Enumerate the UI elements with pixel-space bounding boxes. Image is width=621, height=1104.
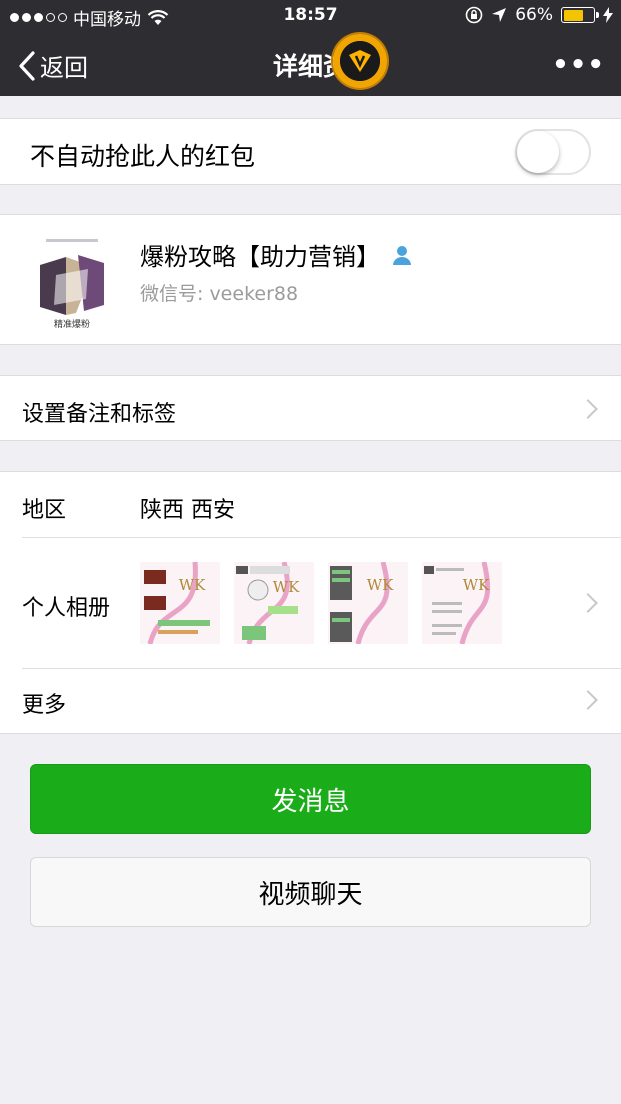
album-thumbnail: WK xyxy=(422,562,502,644)
battery-percent: 66% xyxy=(515,5,553,25)
album-thumbnail: WK xyxy=(140,562,220,644)
auto-grab-toggle-row: 不自动抢此人的红包 xyxy=(0,118,621,185)
svg-text:WK: WK xyxy=(367,576,394,594)
auto-grab-toggle-label: 不自动抢此人的红包 xyxy=(30,142,256,171)
battery-fill xyxy=(563,9,583,21)
auto-grab-toggle-switch[interactable] xyxy=(515,129,591,175)
chevron-right-icon xyxy=(578,690,598,710)
more-label: 更多 xyxy=(22,693,67,718)
floating-assistant-icon[interactable] xyxy=(333,34,387,88)
svg-text:WK: WK xyxy=(179,576,206,594)
chevron-right-icon xyxy=(578,593,598,613)
svg-text:WK: WK xyxy=(273,578,300,596)
profile-name-wrap: 爆粉攻略【助力营销】 xyxy=(140,237,412,272)
page-title: 详细资 xyxy=(272,52,348,81)
shield-logo-icon xyxy=(349,50,371,72)
profile-name: 爆粉攻略【助力营销】 xyxy=(140,243,380,271)
region-label: 地区 xyxy=(22,498,67,523)
wechat-id: 微信号: veeker88 xyxy=(140,283,299,305)
location-arrow-icon xyxy=(492,8,507,22)
region-value: 陕西 西安 xyxy=(140,498,235,523)
info-group: 地区 陕西 西安 个人相册 WK WK WK WK 更多 xyxy=(0,471,621,734)
logo-caption: 精准爆粉 xyxy=(54,318,90,329)
album-thumbnail: WK xyxy=(328,562,408,644)
album-label: 个人相册 xyxy=(22,596,111,621)
album-thumbnails: WK WK WK WK xyxy=(140,562,502,644)
remark-tags-row[interactable]: 设置备注和标签 xyxy=(0,375,621,441)
more-row[interactable]: 更多 xyxy=(0,669,621,735)
charging-bolt-icon xyxy=(603,7,613,23)
status-right: 66% xyxy=(465,5,613,25)
album-thumbnail: WK xyxy=(234,562,314,644)
profile-card: 精准爆粉 爆粉攻略【助力营销】 微信号: veeker88 xyxy=(0,214,621,345)
navigation-bar: 返回 详细资 ••• xyxy=(0,32,621,96)
video-chat-button[interactable]: 视频聊天 xyxy=(30,857,591,927)
svg-text:WK: WK xyxy=(463,576,490,594)
status-bar: 中国移动 18:57 66% xyxy=(0,0,621,32)
switch-knob xyxy=(517,131,559,173)
more-options-button[interactable]: ••• xyxy=(552,50,605,80)
contact-person-icon xyxy=(393,245,411,265)
send-message-button[interactable]: 发消息 xyxy=(30,764,591,834)
album-row[interactable]: 个人相册 WK WK WK WK xyxy=(0,538,621,668)
rotation-lock-icon xyxy=(465,6,483,24)
profile-logo: 精准爆粉 xyxy=(40,239,104,329)
remark-tags-label: 设置备注和标签 xyxy=(22,402,177,427)
battery-icon xyxy=(561,7,599,23)
chevron-right-icon xyxy=(578,399,598,419)
